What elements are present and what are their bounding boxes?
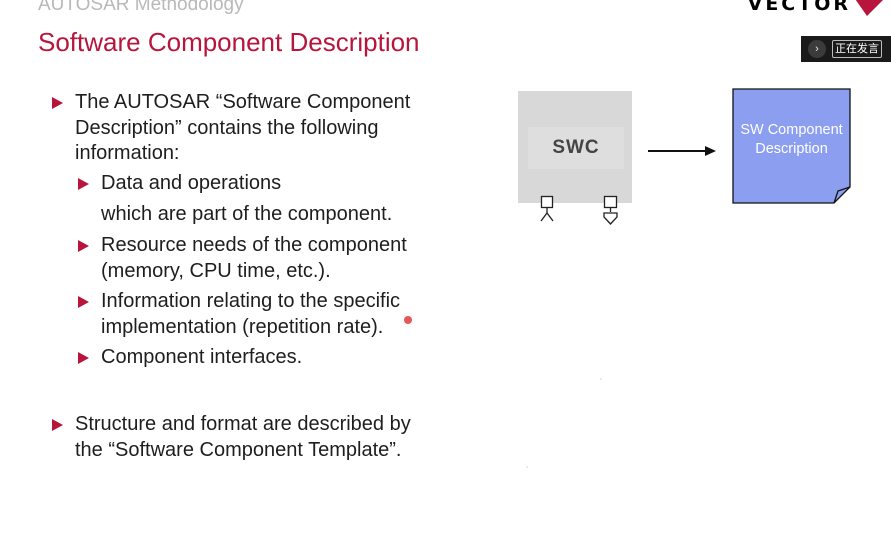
sender-port-icon (603, 195, 618, 225)
receiver-port-icon (540, 195, 554, 222)
arrow-right-icon (648, 146, 716, 156)
description-label-line: SW Component (740, 122, 843, 138)
laser-pointer-dot (404, 316, 412, 324)
diagram-graphics (526, 88, 851, 468)
description-label: SW Component Description (733, 121, 850, 159)
description-label-line: Description (755, 141, 828, 157)
